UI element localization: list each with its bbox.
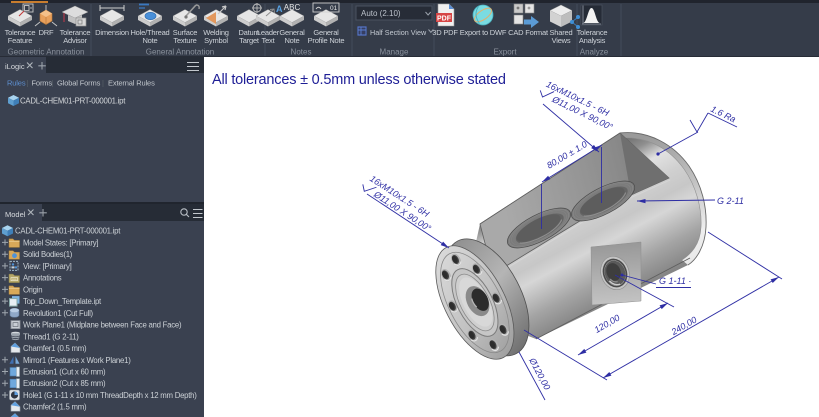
svg-text:Annotations: Annotations [23,274,62,283]
svg-text:Analyze: Analyze [580,48,609,57]
svg-text:Origin: Origin [23,285,42,294]
svg-text:Export: Export [493,48,517,57]
svg-text:Mirror1 (Features x Work Plane: Mirror1 (Features x Work Plane1) [23,356,131,365]
svg-text:Revolution1 (Cut Full): Revolution1 (Cut Full) [23,309,94,318]
svg-text:Chamfer2 (1.5 mm): Chamfer2 (1.5 mm) [23,403,87,412]
svg-text:Geometric Annotation: Geometric Annotation [8,48,85,57]
svg-text:Advisor: Advisor [63,36,87,45]
svg-text:01: 01 [330,5,338,12]
svg-text:Target: Target [239,36,260,45]
svg-text:Dimension: Dimension [95,28,129,37]
svg-text:Note: Note [284,36,299,45]
svg-text:View: [Primary]: View: [Primary] [23,262,72,271]
svg-text:PDF: PDF [437,16,452,23]
svg-text:Work Plane1 (Midplane between: Work Plane1 (Midplane between Face and F… [23,321,182,330]
svg-text:Thread1 (G 2-11): Thread1 (G 2-11) [23,332,79,341]
svg-text:A: A [276,4,283,14]
svg-text:DRF: DRF [39,28,54,37]
svg-text:Auto (2.10): Auto (2.10) [361,9,401,18]
svg-text:Solid Bodies(1): Solid Bodies(1) [23,250,73,259]
svg-text:Extrusion1 (Cut x 60 mm): Extrusion1 (Cut x 60 mm) [23,368,106,377]
svg-text:CAD Format: CAD Format [508,28,549,37]
svg-text:Feature: Feature [8,36,32,45]
svg-text:Note: Note [142,36,157,45]
svg-text:Chamfer1 (0.5 mm): Chamfer1 (0.5 mm) [23,344,87,353]
svg-text:CADL-CHEM01-PRT-000001.ipt: CADL-CHEM01-PRT-000001.ipt [15,227,121,236]
svg-text:G 1-11 ·: G 1-11 · [659,276,691,286]
svg-text:|: | [102,79,104,88]
svg-text:|: | [27,79,29,88]
svg-text:Top_Down_Template.ipt: Top_Down_Template.ipt [23,297,102,306]
svg-text:Model: Model [5,210,26,219]
svg-text:Profile Note: Profile Note [308,36,345,45]
svg-text:Hole1 (G 1-11 x 10 mm ThreadDe: Hole1 (G 1-11 x 10 mm ThreadDepth x 12 m… [23,391,197,400]
svg-text:Analysis: Analysis [579,36,606,45]
svg-text:Forms: Forms [32,79,53,88]
svg-text:iLogic: iLogic [5,62,25,71]
svg-text:Export to DWF: Export to DWF [460,28,507,37]
svg-text:External Rules: External Rules [108,79,155,88]
svg-text:CADL-CHEM01-PRT-000001.ipt: CADL-CHEM01-PRT-000001.ipt [20,97,126,106]
svg-text:Manage: Manage [380,48,409,57]
svg-text:3D PDF: 3D PDF [432,28,458,37]
svg-text:All tolerances ± 0.5mm unless: All tolerances ± 0.5mm unless otherwise … [212,72,506,88]
svg-text:Global Forms: Global Forms [57,79,101,88]
svg-text:General Annotation: General Annotation [146,48,215,57]
svg-text:ABC: ABC [284,3,301,12]
svg-text:Model States: [Primary]: Model States: [Primary] [23,238,98,247]
svg-text:Text: Text [262,36,276,45]
svg-text:Half Section View: Half Section View [370,28,427,37]
svg-text:Notes: Notes [291,48,312,57]
svg-text:|: | [52,79,54,88]
svg-text:Texture: Texture [173,36,196,45]
svg-text:Views: Views [552,36,571,45]
svg-text:Extrusion2 (Cut x 85 mm): Extrusion2 (Cut x 85 mm) [23,379,106,388]
svg-text:Symbol: Symbol [204,36,228,45]
svg-text:Rules: Rules [7,79,26,88]
svg-text:G 2-11: G 2-11 [717,196,744,206]
